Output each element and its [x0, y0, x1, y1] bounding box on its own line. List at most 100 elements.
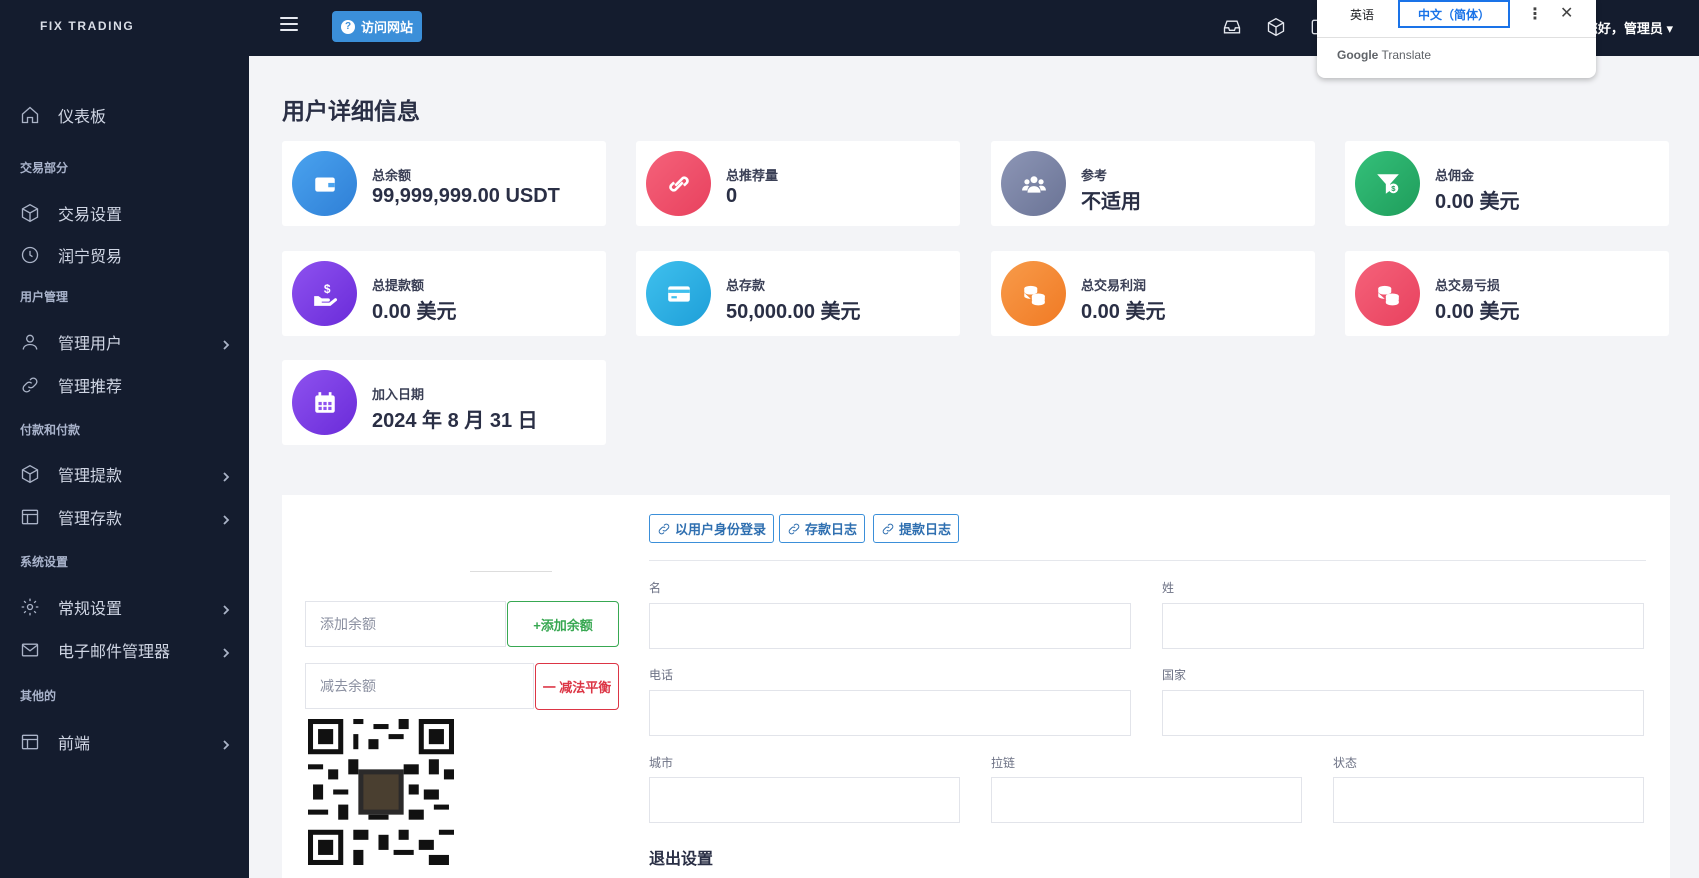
visit-site-button[interactable]: ? 访问网站: [332, 11, 423, 42]
sidebar-item[interactable]: 管理推荐: [0, 362, 249, 407]
login-as-user-label: 以用户身份登录: [675, 522, 767, 537]
sidebar-item-label: 管理推荐: [58, 378, 123, 396]
funnel-dollar-icon: $: [1355, 151, 1420, 216]
stat-label: 总余额: [372, 168, 412, 183]
stat-label: 总存款: [726, 278, 766, 293]
phone-field[interactable]: [649, 690, 1131, 736]
page-title: 用户详细信息: [282, 98, 420, 124]
chevron-right-icon: [221, 602, 231, 615]
translate-divider: [1317, 37, 1596, 38]
city-label: 城市: [649, 756, 674, 770]
sidebar-item[interactable]: 仪表板: [0, 92, 249, 137]
qr-code: [308, 718, 454, 866]
clock-icon: [20, 245, 40, 265]
brand-logo[interactable]: FIX TRADING: [0, 0, 249, 52]
chevron-right-icon: [221, 337, 231, 350]
users-icon: [1001, 151, 1066, 216]
zip-label: 拉链: [991, 756, 1016, 770]
zip-field[interactable]: [991, 777, 1302, 823]
sidebar-item[interactable]: 交易设置: [0, 190, 249, 235]
subtract-balance-input[interactable]: 减去余额: [305, 663, 534, 709]
translate-lang-target[interactable]: 中文（简体）: [1398, 0, 1510, 28]
stat-card: 总存款 50,000.00 美元: [636, 251, 960, 336]
link-icon: [658, 523, 670, 534]
sidebar-item-label: 前端: [58, 735, 91, 753]
layout-icon: [20, 732, 40, 752]
first-name-label: 名: [649, 581, 662, 595]
stat-card: 总交易亏损 0.00 美元: [1345, 251, 1669, 336]
sidebar-item-label: 管理用户: [58, 335, 123, 353]
stat-label: 总交易利润: [1081, 278, 1147, 293]
stat-card: $ 总佣金 0.00 美元: [1345, 141, 1669, 226]
sidebar-item-label: 电子邮件管理器: [58, 643, 171, 661]
link-icon: [646, 151, 711, 216]
avatar-underline: [470, 571, 552, 572]
sidebar-item-label: 润宁贸易: [58, 248, 123, 266]
menu-toggle-icon[interactable]: [280, 17, 298, 35]
sidebar-item[interactable]: 管理存款: [0, 494, 249, 539]
last-name-field[interactable]: [1162, 603, 1644, 649]
deposit-log-label: 存款日志: [805, 522, 858, 537]
coins-icon: [1355, 261, 1420, 326]
more-options-icon[interactable]: ⋮: [1527, 4, 1543, 24]
sidebar-group-label: 系统设置: [20, 554, 69, 569]
stat-label: 加入日期: [372, 387, 425, 402]
stat-value: 99,999,999.00 USDT: [372, 185, 560, 207]
sidebar-item[interactable]: 管理用户: [0, 319, 249, 364]
stat-value: 0.00 美元: [372, 301, 457, 323]
sidebar-item[interactable]: 润宁贸易: [0, 232, 249, 277]
logout-settings-title: 退出设置: [649, 851, 714, 868]
mail-icon: [20, 640, 40, 660]
cube-icon: [20, 464, 40, 484]
wallet-icon: [292, 151, 357, 216]
table-icon: [20, 507, 40, 527]
stat-label: 总交易亏损: [1435, 278, 1501, 293]
last-name-label: 姓: [1162, 581, 1175, 595]
sidebar-item[interactable]: 前端: [0, 719, 249, 764]
withdraw-log-button[interactable]: 提款日志: [873, 514, 960, 543]
subtract-balance-button[interactable]: 一 减法平衡: [535, 663, 619, 710]
form-divider: [649, 560, 1646, 561]
stat-card: 总余额 99,999,999.00 USDT: [282, 141, 606, 226]
stat-value: 0.00 美元: [1081, 301, 1166, 323]
stat-card: 加入日期 2024 年 8 月 31 日: [282, 360, 606, 445]
stat-value: 2024 年 8 月 31 日: [372, 410, 538, 432]
cube-icon: [20, 203, 40, 223]
google-translate-logo: Google Translate: [1337, 48, 1432, 62]
stat-value: 不适用: [1081, 191, 1141, 213]
sidebar-group-label: 付款和付款: [20, 422, 81, 437]
city-field[interactable]: [649, 777, 960, 823]
chevron-right-icon: [221, 512, 231, 525]
stat-value: 0.00 美元: [1435, 301, 1520, 323]
stat-value: 0: [726, 185, 738, 207]
globe-icon: ?: [341, 19, 355, 34]
sidebar-item-label: 管理存款: [58, 510, 123, 528]
translate-lang-source[interactable]: 英语: [1319, 0, 1405, 28]
svg-text:$: $: [323, 281, 330, 295]
sidebar-item[interactable]: 管理提款: [0, 451, 249, 496]
sidebar-item-label: 管理提款: [58, 467, 123, 485]
country-label: 国家: [1162, 668, 1187, 682]
gear-icon: [20, 597, 40, 617]
sidebar-item-label: 交易设置: [58, 206, 123, 224]
sidebar-item[interactable]: 常规设置: [0, 584, 249, 629]
link-icon: [788, 523, 800, 534]
hand-dollar-icon: $: [292, 261, 357, 326]
user-menu[interactable]: 您好，管理员 ▾: [1585, 18, 1673, 37]
card-icon: [646, 261, 711, 326]
sidebar-group-label: 交易部分: [20, 160, 69, 175]
cube-icon[interactable]: [1266, 17, 1286, 37]
login-as-user-button[interactable]: 以用户身份登录: [649, 514, 775, 543]
sidebar-item[interactable]: 电子邮件管理器: [0, 627, 249, 672]
inbox-icon[interactable]: [1222, 17, 1242, 37]
close-icon[interactable]: ✕: [1560, 3, 1573, 23]
deposit-log-button[interactable]: 存款日志: [779, 514, 866, 543]
first-name-field[interactable]: [649, 603, 1131, 649]
stat-card: 总交易利润 0.00 美元: [991, 251, 1315, 336]
country-field[interactable]: [1162, 690, 1644, 736]
home-icon: [20, 105, 40, 125]
chevron-right-icon: [221, 737, 231, 750]
add-balance-button[interactable]: +添加余额: [507, 601, 619, 647]
add-balance-input[interactable]: 添加余额: [305, 601, 506, 647]
state-field[interactable]: [1333, 777, 1644, 823]
